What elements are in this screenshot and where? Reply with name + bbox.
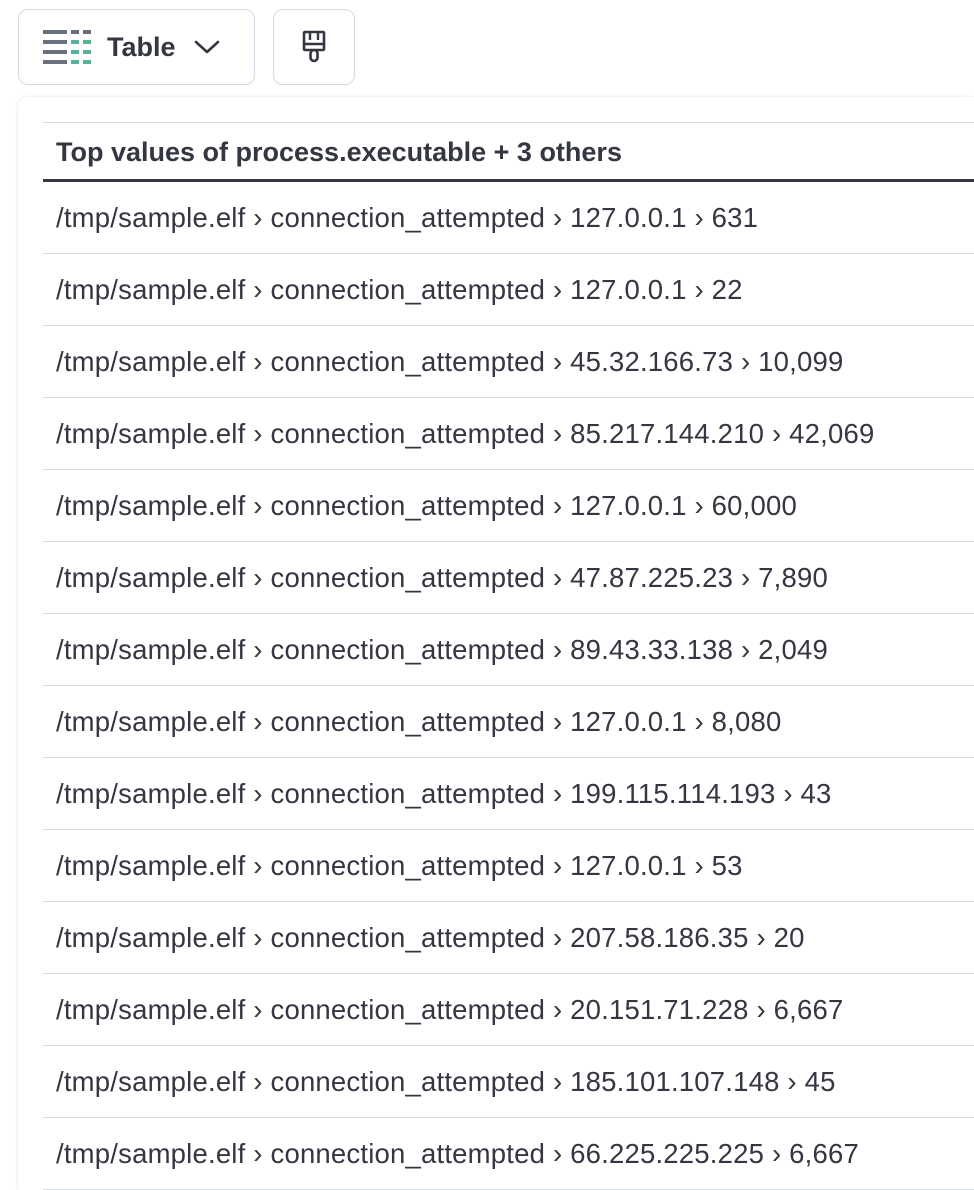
table-cell: /tmp/sample.elf › connection_attempted ›…	[56, 921, 805, 953]
table-row[interactable]: /tmp/sample.elf › connection_attempted ›…	[43, 1118, 974, 1190]
paintbrush-icon	[302, 30, 326, 64]
table-cell: /tmp/sample.elf › connection_attempted ›…	[56, 993, 844, 1025]
table-cell: /tmp/sample.elf › connection_attempted ›…	[56, 201, 759, 233]
table-row[interactable]: /tmp/sample.elf › connection_attempted ›…	[43, 1046, 974, 1118]
visualization-type-label: Table	[107, 31, 176, 62]
table-row[interactable]: /tmp/sample.elf › connection_attempted ›…	[43, 254, 974, 326]
table-row[interactable]: /tmp/sample.elf › connection_attempted ›…	[43, 326, 974, 398]
table-row[interactable]: /tmp/sample.elf › connection_attempted ›…	[43, 182, 974, 254]
table-row[interactable]: /tmp/sample.elf › connection_attempted ›…	[43, 542, 974, 614]
table-cell: /tmp/sample.elf › connection_attempted ›…	[56, 1065, 836, 1097]
table-row[interactable]: /tmp/sample.elf › connection_attempted ›…	[43, 398, 974, 470]
table-cell: /tmp/sample.elf › connection_attempted ›…	[56, 561, 828, 593]
table-row[interactable]: /tmp/sample.elf › connection_attempted ›…	[43, 974, 974, 1046]
table-cell: /tmp/sample.elf › connection_attempted ›…	[56, 777, 832, 809]
table-cell: /tmp/sample.elf › connection_attempted ›…	[56, 417, 875, 449]
table-row[interactable]: /tmp/sample.elf › connection_attempted ›…	[43, 758, 974, 830]
data-table: Top values of process.executable + 3 oth…	[43, 122, 974, 1190]
toolbar: Table	[0, 0, 974, 96]
table-cell: /tmp/sample.elf › connection_attempted ›…	[56, 705, 782, 737]
table-row[interactable]: /tmp/sample.elf › connection_attempted ›…	[43, 830, 974, 902]
table-panel: Top values of process.executable + 3 oth…	[18, 97, 974, 1190]
table-cell: /tmp/sample.elf › connection_attempted ›…	[56, 345, 844, 377]
table-row[interactable]: /tmp/sample.elf › connection_attempted ›…	[43, 470, 974, 542]
table-cell: /tmp/sample.elf › connection_attempted ›…	[56, 273, 743, 305]
table-cell: /tmp/sample.elf › connection_attempted ›…	[56, 633, 828, 665]
table-cell: /tmp/sample.elf › connection_attempted ›…	[56, 849, 743, 881]
column-header-label: Top values of process.executable + 3 oth…	[56, 136, 622, 167]
table-icon	[43, 30, 91, 64]
table-cell: /tmp/sample.elf › connection_attempted ›…	[56, 489, 797, 521]
column-header[interactable]: Top values of process.executable + 3 oth…	[43, 122, 974, 182]
visualization-type-button[interactable]: Table	[18, 9, 255, 85]
table-row[interactable]: /tmp/sample.elf › connection_attempted ›…	[43, 686, 974, 758]
table-row[interactable]: /tmp/sample.elf › connection_attempted ›…	[43, 902, 974, 974]
table-cell: /tmp/sample.elf › connection_attempted ›…	[56, 1137, 859, 1169]
style-settings-button[interactable]	[273, 9, 355, 85]
table-row[interactable]: /tmp/sample.elf › connection_attempted ›…	[43, 614, 974, 686]
chevron-down-icon	[194, 39, 220, 55]
table-body: /tmp/sample.elf › connection_attempted ›…	[43, 182, 974, 1190]
